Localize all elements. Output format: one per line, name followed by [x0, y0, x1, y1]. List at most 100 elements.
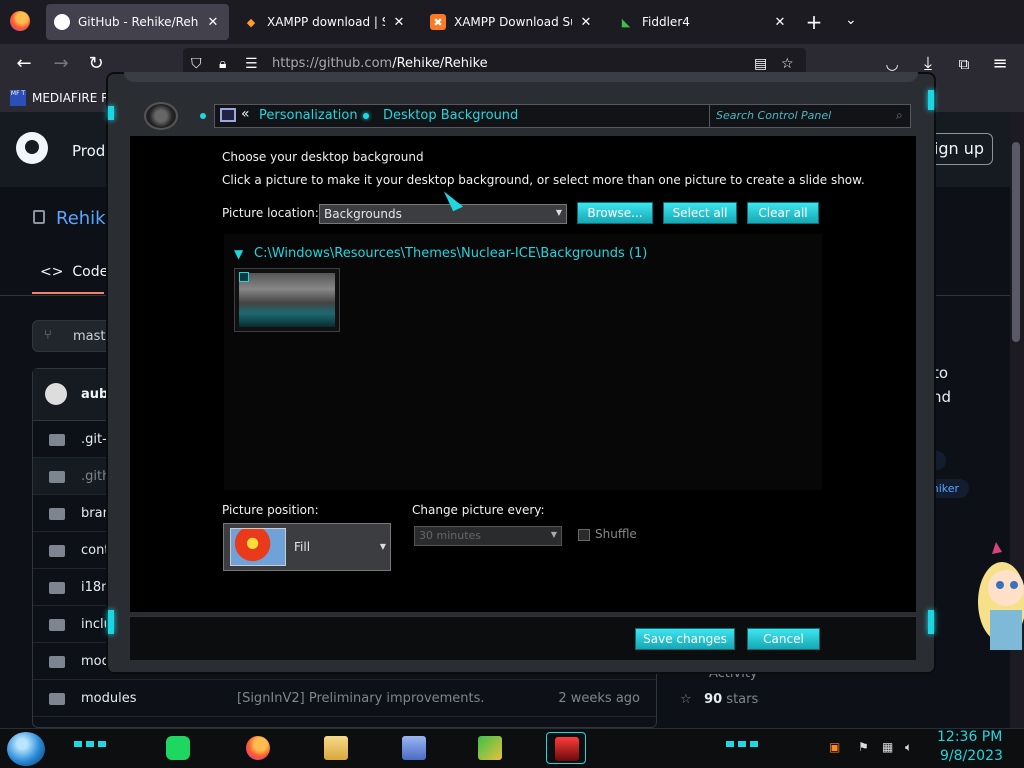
dialog-footer: Save changes Cancel: [130, 616, 916, 660]
github-logo-icon[interactable]: [16, 132, 48, 164]
close-icon[interactable]: ✕: [391, 15, 407, 30]
background-thumbnail[interactable]: [234, 268, 340, 332]
mediafire-icon: MF T: [10, 90, 26, 106]
tab-xampp-success[interactable]: ✖ XAMPP Download Succ ✕: [422, 4, 602, 40]
fiddler-icon: ◣: [621, 15, 631, 29]
tab-code[interactable]: <> Code: [40, 264, 108, 280]
github-icon: [54, 14, 70, 30]
clock-time[interactable]: 12:36 PM: [937, 729, 1002, 745]
browse-button[interactable]: Browse...: [577, 202, 653, 224]
taskbar-decoration: [726, 741, 762, 747]
nuclear-ice-wallpaper-image: [239, 273, 335, 327]
shuffle-label[interactable]: Shuffle: [595, 527, 637, 541]
extensions-icon[interactable]: ⧉: [952, 52, 976, 76]
bookmark-star-icon[interactable]: ☆: [781, 56, 794, 72]
firefox-icon: [246, 736, 270, 760]
thumbnail-checkbox[interactable]: [239, 272, 249, 282]
repo-icon: [33, 210, 45, 224]
chevron-down-icon: ▼: [379, 542, 386, 551]
desktop-sticker-image: [962, 540, 1024, 662]
collapse-group-icon[interactable]: ▼: [234, 247, 243, 261]
folder-group-header[interactable]: C:\Windows\Resources\Themes\Nuclear-ICE\…: [254, 246, 647, 261]
close-icon[interactable]: ✕: [205, 15, 221, 30]
xampp-icon: ✖: [430, 14, 446, 30]
window-frame: [124, 72, 918, 82]
desktop-background-panel: Choose your desktop background Click a p…: [130, 136, 916, 612]
page-title: Choose your desktop background: [222, 150, 424, 164]
new-tab-button[interactable]: +: [803, 10, 825, 34]
taskbar-app-fiddler[interactable]: [470, 732, 510, 764]
frame-light: [928, 90, 934, 110]
frame-light: [108, 106, 114, 120]
picture-position-select[interactable]: Fill ▼: [223, 523, 391, 571]
tab-label: GitHub - Rehike/Rehike: [78, 15, 199, 29]
tab-xampp-sourceforge[interactable]: ◆ XAMPP download | Sou ✕: [235, 4, 415, 40]
search-placeholder: Search Control Panel: [716, 109, 832, 122]
tab-fiddler[interactable]: ◣ Fiddler4 ✕: [610, 4, 796, 40]
control-panel-icon: [220, 108, 236, 122]
scrollbar-thumb[interactable]: [1012, 142, 1020, 342]
page-description: Click a picture to make it your desktop …: [222, 173, 865, 187]
breadcrumb-personalization[interactable]: Personalization: [259, 108, 358, 123]
lock-icon[interactable]: 🔒︎: [219, 56, 226, 72]
picture-gallery[interactable]: ▼ C:\Windows\Resources\Themes\Nuclear-IC…: [224, 234, 822, 490]
file-name[interactable]: modules: [81, 691, 137, 706]
picture-position-label: Picture position:: [222, 503, 319, 517]
table-row[interactable]: modules [SignInV2] Preliminary improveme…: [33, 680, 656, 717]
reader-view-icon[interactable]: ▤: [754, 56, 767, 72]
active-tab-indicator: [32, 292, 104, 294]
taskbar-app-personalization[interactable]: [546, 732, 586, 764]
breadcrumb-desktop-background[interactable]: Desktop Background: [383, 108, 518, 123]
stars-link[interactable]: ☆ 90 stars: [680, 692, 758, 707]
menu-button[interactable]: ≡: [988, 52, 1012, 76]
volume-icon[interactable]: 🔈︎: [905, 740, 919, 754]
folder-icon: [49, 656, 65, 668]
permissions-icon[interactable]: ☰: [245, 56, 258, 72]
save-changes-button[interactable]: Save changes: [635, 628, 735, 650]
firefox-icon[interactable]: [10, 11, 30, 31]
taskbar-app-explorer[interactable]: [316, 732, 356, 764]
taskbar-app-firefox[interactable]: [238, 732, 278, 764]
picture-location-label: Picture location:: [222, 206, 319, 220]
control-panel-icon: [402, 736, 426, 760]
action-center-flag-icon[interactable]: ⚑: [858, 740, 872, 754]
reload-button[interactable]: ↻: [84, 52, 108, 76]
position-value: Fill: [294, 540, 311, 554]
breadcrumb-overflow-icon[interactable]: «: [241, 106, 250, 122]
commit-message[interactable]: [SignInV2] Preliminary improvements.: [237, 691, 485, 706]
clear-all-button[interactable]: Clear all: [747, 202, 819, 224]
back-button[interactable]: ←: [12, 52, 36, 76]
network-icon[interactable]: ▦: [882, 740, 896, 754]
picture-location-select[interactable]: Backgrounds ▼: [319, 204, 567, 224]
search-icon[interactable]: ⌕: [896, 108, 903, 123]
select-all-button[interactable]: Select all: [663, 202, 737, 224]
xampp-tray-icon[interactable]: ▣: [829, 740, 843, 754]
change-picture-every-label: Change picture every:: [412, 503, 545, 517]
close-icon[interactable]: ✕: [578, 15, 594, 30]
tab-github[interactable]: GitHub - Rehike/Rehike ✕: [46, 4, 229, 40]
avatar[interactable]: [45, 383, 67, 405]
code-icon: <>: [40, 264, 73, 280]
bookmark-mediafire[interactable]: MF T MEDIAFIRE RO: [10, 90, 119, 106]
control-panel-window: « Personalization Desktop Background ▼ ↻…: [106, 72, 936, 674]
folder-icon: [324, 736, 348, 760]
shield-icon[interactable]: ⛉: [191, 56, 202, 72]
clock-date[interactable]: 9/8/2023: [940, 748, 1003, 764]
url-text[interactable]: https://github.com/Rehike/Rehike: [272, 56, 488, 71]
search-control-panel-input[interactable]: Search Control Panel ⌕: [709, 104, 911, 128]
sourceforge-icon: ◆: [246, 15, 256, 29]
taskbar-app-control-panel[interactable]: [394, 732, 434, 764]
close-icon[interactable]: ✕: [772, 15, 788, 30]
browser-tab-strip: GitHub - Rehike/Rehike ✕ ◆ XAMPP downloa…: [0, 0, 1024, 44]
cancel-button[interactable]: Cancel: [747, 628, 820, 650]
folder-icon: [49, 434, 65, 446]
taskbar-app-spotify[interactable]: [158, 732, 198, 764]
list-tabs-button[interactable]: ⌄: [845, 12, 857, 28]
shuffle-checkbox[interactable]: [578, 529, 590, 541]
start-button[interactable]: [7, 732, 45, 766]
forward-button[interactable]: →: [49, 52, 73, 76]
folder-icon: [49, 582, 65, 594]
taskbar-decoration: [74, 741, 110, 747]
navigation-orb-icon[interactable]: [144, 102, 178, 130]
change-picture-interval-select[interactable]: 30 minutes ▼: [414, 526, 562, 546]
